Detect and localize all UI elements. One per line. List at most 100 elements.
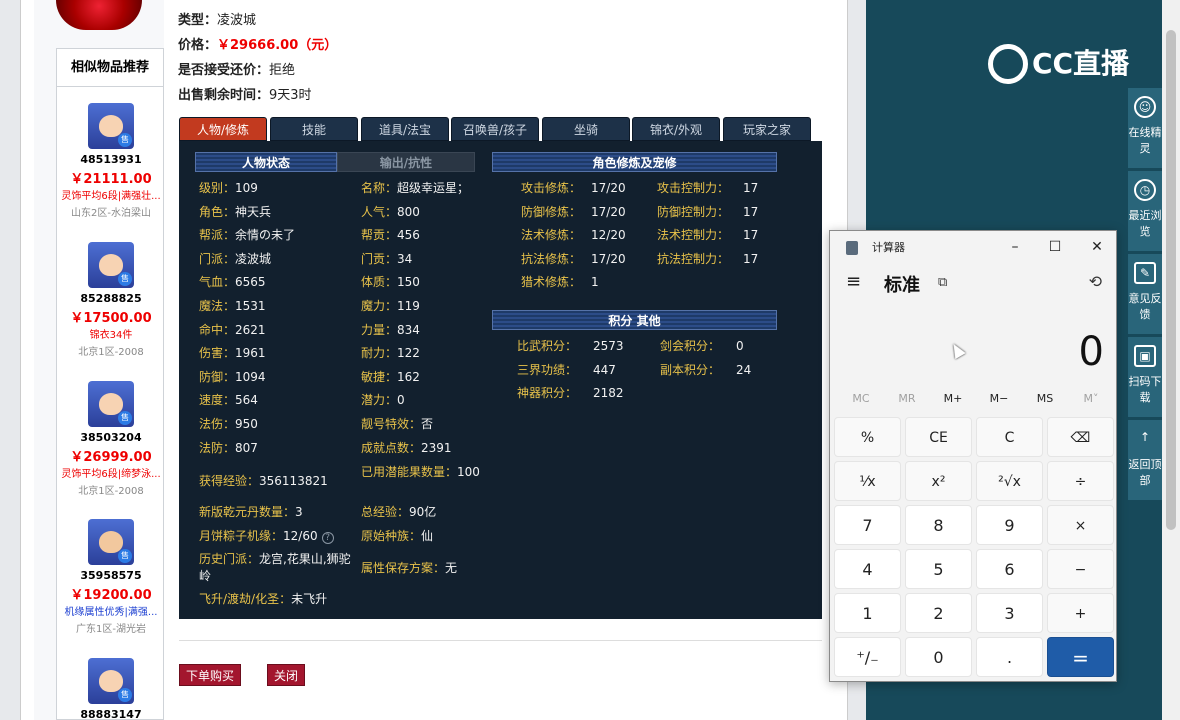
memory-list-button[interactable]: M˅ [1068, 387, 1114, 411]
stat-row: 门派：凌波城 [199, 252, 272, 266]
stat-row: 级别：109 [199, 181, 258, 195]
negate-key[interactable]: ⁺/₋ [834, 637, 901, 677]
item-info: 类型：凌波城 价格：￥29666.00（元） 是否接受还价：拒绝 出售剩余时间：… [178, 8, 337, 108]
attrsave-row: 属性保存方案：无 [361, 561, 458, 575]
zongzi-row: 月饼粽子机缘：12/60? [199, 527, 334, 544]
add-key[interactable]: + [1047, 593, 1114, 633]
equals-key[interactable]: = [1047, 637, 1114, 677]
recommend-desc[interactable]: 机缘属性优秀|满强... [57, 603, 165, 618]
help-icon[interactable]: ? [321, 532, 334, 544]
toolbar-feedback[interactable]: ✎ 意见反馈 [1128, 254, 1162, 334]
memory-recall-button[interactable]: MR [884, 387, 930, 411]
memory-add-button[interactable]: M+ [930, 387, 976, 411]
toolbar-top[interactable]: ↑ 返回顶部 [1128, 420, 1162, 500]
digit-6-key[interactable]: 6 [976, 549, 1043, 589]
history-icon[interactable]: ⟲ [1089, 272, 1102, 291]
stat-row: 气血：6565 [199, 275, 266, 289]
calculator-titlebar[interactable]: 计算器 – ☐ ✕ [830, 231, 1116, 263]
recommend-item[interactable]: 售 85288825 ￥17500.00 锦衣34件 北京1区-2008 [57, 242, 165, 358]
recommend-item[interactable]: 售 48513931 ￥21111.00 灵饰平均6段|满强壮... 山东2区-… [57, 103, 165, 219]
control-row: 防御控制力： 17 [657, 205, 759, 219]
keep-on-top-icon[interactable]: ⧉ [938, 275, 947, 290]
maximize-button[interactable]: ☐ [1040, 235, 1070, 259]
minimize-button[interactable]: – [1000, 235, 1030, 259]
clear-key[interactable]: C [976, 417, 1043, 457]
decimal-key[interactable]: . [976, 637, 1043, 677]
role-avatar[interactable]: 售 [88, 103, 134, 149]
sale-tag-icon: 售 [118, 549, 132, 563]
tab-character[interactable]: 人物/修炼 [179, 117, 267, 141]
square-key[interactable]: x² [905, 461, 972, 501]
reciprocal-key[interactable]: ¹⁄x [834, 461, 901, 501]
clear-entry-key[interactable]: CE [905, 417, 972, 457]
recommend-desc[interactable]: 灵饰平均6段|缔梦泳... [57, 465, 165, 480]
page-scrollbar[interactable] [1162, 0, 1180, 720]
control-row: 法术控制力： 17 [657, 228, 759, 242]
recommend-price: ￥19200.00 [70, 588, 152, 603]
digit-1-key[interactable]: 1 [834, 593, 901, 633]
divide-key[interactable]: ÷ [1047, 461, 1114, 501]
section-output[interactable]: 输出/抗性 [337, 152, 475, 172]
percent-key[interactable]: % [834, 417, 901, 457]
role-avatar[interactable]: 售 [88, 658, 134, 704]
history-row: 历史门派：龙宫,花果山,狮驼岭 [199, 552, 351, 583]
calculator-display: 0 [1078, 329, 1104, 375]
tab-skills[interactable]: 技能 [270, 117, 358, 141]
clock-icon: ◷ [1134, 179, 1156, 201]
recommend-server: 广东1区-湖光岩 [76, 624, 146, 635]
digit-8-key[interactable]: 8 [905, 505, 972, 545]
subtract-key[interactable]: − [1047, 549, 1114, 589]
digit-5-key[interactable]: 5 [905, 549, 972, 589]
backspace-key[interactable]: ⌫ [1047, 417, 1114, 457]
role-avatar[interactable]: 售 [88, 381, 134, 427]
memory-subtract-button[interactable]: M− [976, 387, 1022, 411]
scrollbar-thumb[interactable] [1166, 30, 1176, 530]
cult-row: 攻击修炼： 17/20 [521, 181, 626, 195]
tab-items[interactable]: 道具/法宝 [361, 117, 449, 141]
exp-row: 获得经验：356113821 [199, 474, 328, 488]
memory-row: MC MR M+ M− MS M˅ [838, 387, 1110, 411]
tab-outfits[interactable]: 锦衣/外观 [632, 117, 720, 141]
digit-9-key[interactable]: 9 [976, 505, 1043, 545]
digit-0-key[interactable]: 0 [905, 637, 972, 677]
recommend-item[interactable]: 售 38503204 ￥26999.00 灵饰平均6段|缔梦泳... 北京1区-… [57, 381, 165, 497]
memory-clear-button[interactable]: MC [838, 387, 884, 411]
stat-row: 潜力：0 [361, 393, 405, 407]
digit-7-key[interactable]: 7 [834, 505, 901, 545]
recommend-item[interactable]: 售 88883147 [57, 658, 165, 720]
tab-mounts[interactable]: 坐骑 [542, 117, 630, 141]
stat-row: 体质：150 [361, 275, 420, 289]
toolbar-spirit[interactable]: ☺ 在线精灵 [1128, 88, 1162, 168]
divider [179, 640, 822, 641]
close-window-button[interactable]: ✕ [1082, 235, 1112, 259]
close-button[interactable]: 关闭 [267, 664, 306, 686]
tab-pets[interactable]: 召唤兽/孩子 [451, 117, 539, 141]
toolbar-recent[interactable]: ◷ 最近浏览 [1128, 171, 1162, 251]
buy-button[interactable]: 下单购买 [179, 664, 242, 686]
tab-home[interactable]: 玩家之家 [723, 117, 811, 141]
sale-tag-icon: 售 [118, 411, 132, 425]
digit-3-key[interactable]: 3 [976, 593, 1043, 633]
character-panel: 人物状态 输出/抗性 角色修炼及宠修 积分 其他 级别：109 角色：神天兵 帮… [179, 141, 822, 619]
role-avatar[interactable]: 售 [88, 519, 134, 565]
stat-row: 门贡：34 [361, 252, 413, 266]
sale-tag-icon: 售 [118, 272, 132, 286]
qiankun-row: 新版乾元丹数量：3 [199, 505, 303, 519]
toolbar-download[interactable]: ▣ 扫码下载 [1128, 337, 1162, 417]
menu-icon[interactable]: ≡ [846, 271, 861, 292]
digit-4-key[interactable]: 4 [834, 549, 901, 589]
stat-row: 法伤：950 [199, 417, 258, 431]
recommend-desc[interactable]: 灵饰平均6段|满强壮... [57, 187, 165, 202]
digit-2-key[interactable]: 2 [905, 593, 972, 633]
memory-store-button[interactable]: MS [1022, 387, 1068, 411]
stat-row: 角色：神天兵 [199, 205, 272, 219]
cult-row: 防御修炼： 17/20 [521, 205, 626, 219]
stat-row: 法防：807 [199, 441, 258, 455]
section-status[interactable]: 人物状态 [195, 152, 337, 172]
multiply-key[interactable]: × [1047, 505, 1114, 545]
role-avatar[interactable]: 售 [88, 242, 134, 288]
recommend-item[interactable]: 售 35958575 ￥19200.00 机缘属性优秀|满强... 广东1区-湖… [57, 519, 165, 635]
price-row: 价格：￥29666.00（元） [178, 38, 338, 53]
sqrt-key[interactable]: ²√x [976, 461, 1043, 501]
recommend-desc[interactable]: 锦衣34件 [57, 326, 165, 341]
